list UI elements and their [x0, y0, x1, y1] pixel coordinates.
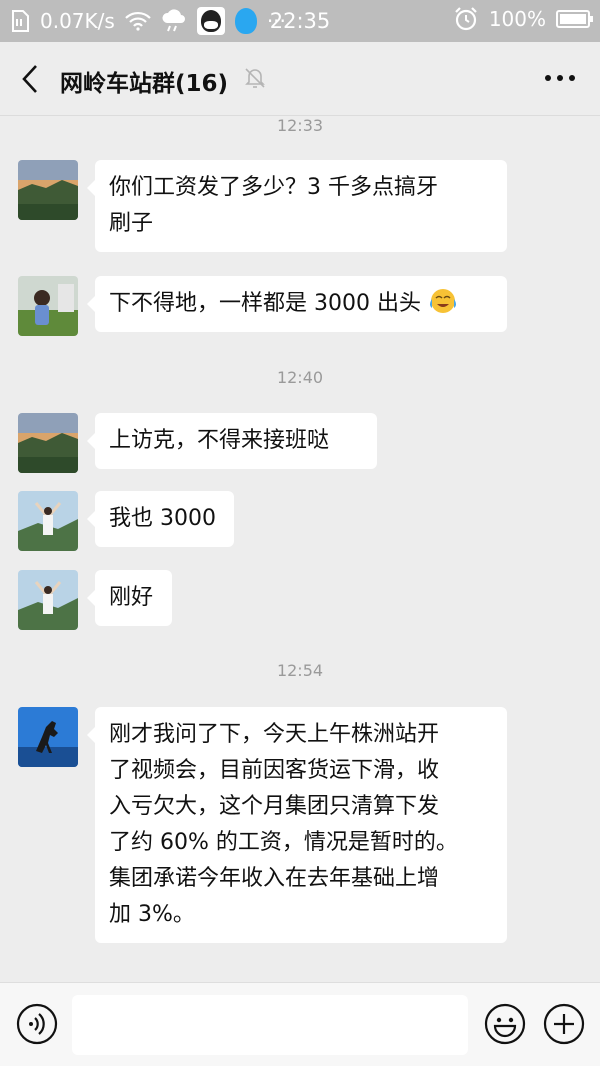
battery-percent: 100% — [488, 7, 546, 31]
message-line: 下不得地，一样都是 3000 出头 — [109, 291, 421, 316]
status-bar: 0.07K/s ··· 22:35 100% — [0, 0, 600, 42]
message-line: 刷子 — [109, 211, 154, 236]
message-row: 上访克，不得来接班哒 — [18, 413, 377, 473]
message-bubble[interactable]: 你们工资发了多少？3 千多点搞牙 刷子 — [87, 160, 507, 252]
message-line: 上访克，不得来接班哒 — [109, 428, 330, 453]
message-line: 你们工资发了多少？3 千多点搞牙 — [109, 175, 438, 200]
message-line: 了约 60% 的工资，情况是暂时的。 — [109, 830, 458, 855]
emoji-icon[interactable] — [484, 1003, 526, 1045]
chevron-left-icon[interactable] — [16, 62, 48, 96]
message-bubble[interactable]: 上访克，不得来接班哒 — [87, 413, 377, 469]
battery-icon — [556, 10, 593, 28]
message-bubble[interactable]: 下不得地，一样都是 3000 出头 — [87, 276, 507, 332]
input-bar — [0, 982, 600, 1066]
message-line: 了视频会，目前因客货运下滑，收 — [109, 758, 440, 783]
bell-off-icon — [244, 66, 266, 90]
message-bubble[interactable]: 刚好 — [87, 570, 172, 626]
message-row: 刚好 — [18, 570, 172, 630]
message-row: 我也 3000 — [18, 491, 234, 551]
arms-up-avatar[interactable] — [18, 491, 78, 551]
voice-icon[interactable] — [16, 1003, 58, 1045]
more-dots-icon[interactable] — [540, 66, 580, 90]
timestamp: 12:33 — [276, 116, 324, 135]
timestamp: 12:54 — [276, 661, 324, 680]
status-right: 100% — [453, 6, 593, 32]
arms-up-avatar[interactable] — [18, 570, 78, 630]
message-bubble[interactable]: 刚才我问了下，今天上午株洲站开 了视频会，目前因客货运下滑，收 入亏欠大，这个月… — [87, 707, 507, 943]
message-input[interactable] — [72, 995, 468, 1055]
message-row: 下不得地，一样都是 3000 出头 — [18, 276, 507, 336]
page-title: 网岭车站群(16) — [60, 71, 229, 97]
message-line: 我也 3000 — [109, 506, 216, 531]
alarm-clock-icon — [453, 6, 479, 32]
message-line: 加 3%。 — [109, 902, 195, 927]
message-line: 入亏欠大，这个月集团只清算下发 — [109, 794, 440, 819]
chat-area[interactable]: 12:33 你们工资发了多少？3 千多点搞牙 刷子 下不得地，一样都是 3000… — [0, 116, 600, 982]
child-avatar[interactable] — [18, 276, 78, 336]
crying-laughing-emoji — [428, 287, 458, 315]
message-row: 刚才我问了下，今天上午株洲站开 了视频会，目前因客货运下滑，收 入亏欠大，这个月… — [18, 707, 507, 943]
horse-avatar[interactable] — [18, 707, 78, 767]
timestamp: 12:40 — [276, 368, 324, 387]
plus-icon[interactable] — [543, 1003, 585, 1045]
landscape-avatar[interactable] — [18, 413, 78, 473]
message-row: 你们工资发了多少？3 千多点搞牙 刷子 — [18, 160, 507, 252]
landscape-avatar[interactable] — [18, 160, 78, 220]
message-line: 集团承诺今年收入在去年基础上增 — [109, 866, 440, 891]
message-line: 刚才我问了下，今天上午株洲站开 — [109, 722, 440, 747]
message-line: 刚好 — [109, 585, 154, 610]
message-bubble[interactable]: 我也 3000 — [87, 491, 234, 547]
chat-header: 网岭车站群(16) — [0, 42, 600, 116]
